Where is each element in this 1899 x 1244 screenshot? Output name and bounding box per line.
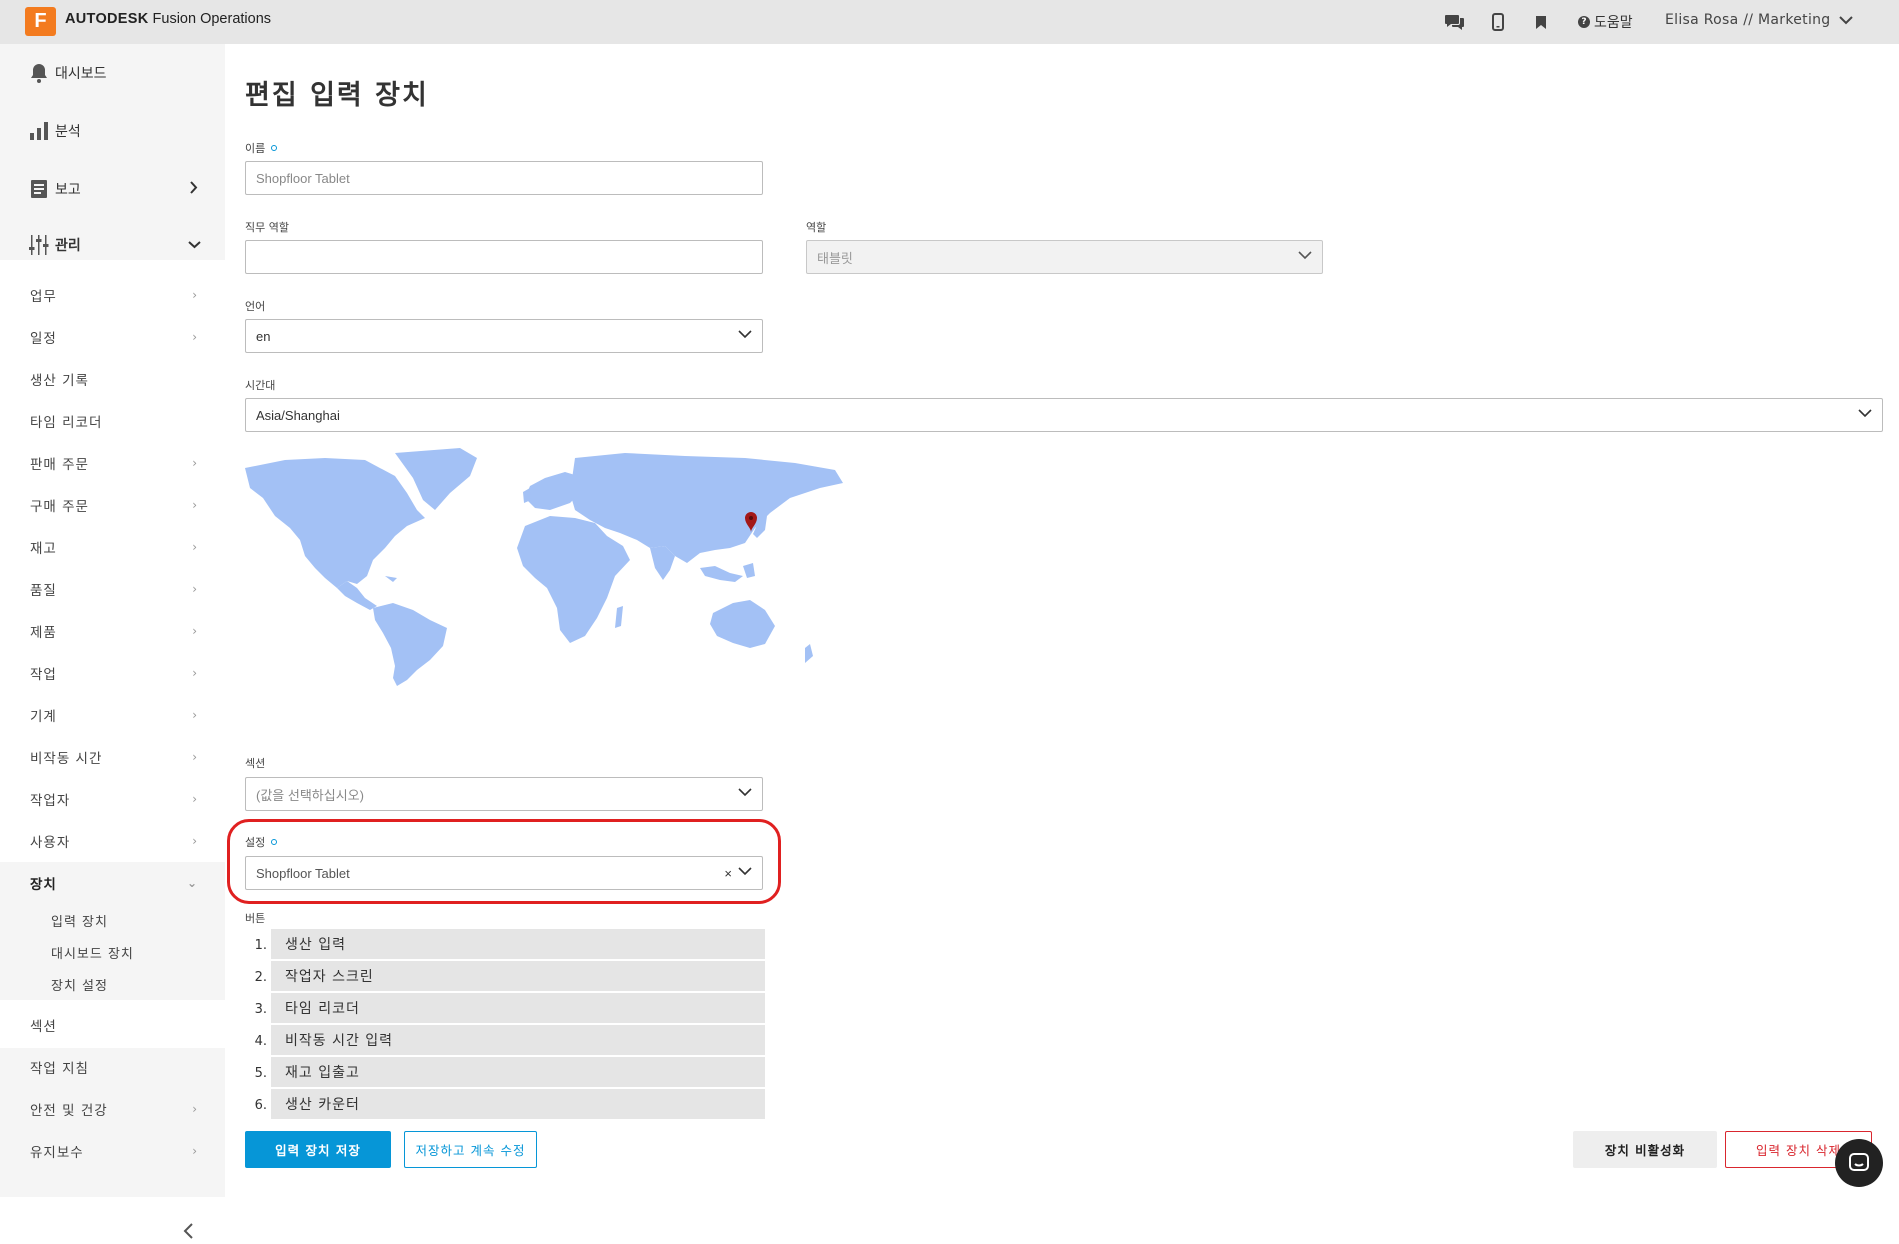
sidebar-item-analytics[interactable]: 분석 [0,102,225,160]
settings-select[interactable]: Shopfloor Tablet × [245,856,763,890]
bookmark-icon[interactable] [1529,10,1553,34]
sidebar-device-child[interactable]: 대시보드 장치 [0,936,225,968]
sliders-icon [29,235,49,255]
sidebar-item-reports[interactable]: 보고 [0,160,225,218]
deactivate-button[interactable]: 장치 비활성화 [1573,1131,1717,1168]
sidebar-subitem[interactable]: 사용자 › [0,820,225,862]
chat-launcher-icon[interactable] [1835,1139,1883,1187]
job-role-input[interactable] [245,240,763,274]
fusion-logo[interactable]: F [25,7,56,36]
sidebar-subitem[interactable]: 일정 › [0,316,225,358]
report-icon [29,179,49,199]
sidebar-subitem[interactable]: 유지보수 › [0,1130,225,1172]
user-menu[interactable]: Elisa Rosa // Marketing [1665,12,1853,28]
sidebar-subitem[interactable]: 타임 리코더 [0,400,225,442]
sidebar-subitem[interactable]: 업무 › [0,274,225,316]
chevron-right-icon: › [192,750,198,764]
top-bar: F AUTODESK Fusion Operations ? 도움말 Elisa… [0,0,1899,44]
sidebar-subitem[interactable]: 품질 › [0,568,225,610]
chevron-down-icon [738,330,752,339]
language-select[interactable]: en [245,319,763,353]
chevron-right-icon: › [192,834,198,848]
section-label: 섹션 [245,757,266,770]
sidebar-subitem[interactable]: 비작동 시간 › [0,736,225,778]
chevron-down-icon: ⌄ [186,876,198,890]
clear-icon[interactable]: × [724,866,732,881]
chevron-right-icon: › [192,666,198,680]
mobile-icon[interactable] [1486,10,1510,34]
sidebar-subitem[interactable]: 제품 › [0,610,225,652]
list-item[interactable]: 1. 생산 입력 [245,929,765,961]
buttons-label: 버튼 [245,912,266,925]
chevron-down-icon [738,788,752,797]
chevron-down-icon [188,241,201,249]
sidebar-subitem[interactable]: 생산 기록 [0,358,225,400]
chevron-down-icon [738,867,752,876]
chevron-right-icon: › [192,1144,198,1158]
sidebar-subitem[interactable]: 섹션 [0,1004,225,1046]
sidebar: 대시보드 분석 보고 관리 업무 › 일정 › 생산 기록 타임 리코더 판매 주문 › 구매 … [0,44,225,1239]
chevron-right-icon: › [192,288,198,302]
list-item[interactable]: 5. 재고 입출고 [245,1057,765,1089]
sidebar-subitem[interactable]: 작업 › [0,652,225,694]
sidebar-subitem[interactable]: 구매 주문 › [0,484,225,526]
sidebar-subitem[interactable]: 작업 지침 [0,1046,225,1088]
page-title: 편집 입력 장치 [245,80,429,111]
sidebar-device-child[interactable]: 장치 설정 [0,968,225,1000]
required-icon [271,839,278,845]
sidebar-subitem[interactable]: 안전 및 건강 › [0,1088,225,1130]
help-link[interactable]: ? 도움말 [1578,12,1633,32]
brand-name: AUTODESK Fusion Operations [65,11,272,27]
list-item[interactable]: 6. 생산 카운터 [245,1089,765,1121]
chevron-right-icon: › [192,1102,198,1116]
chevron-down-icon [1838,15,1853,24]
list-item[interactable]: 2. 작업자 스크린 [245,961,765,993]
section-select[interactable]: (값을 선택하십시오) [245,777,763,811]
chevron-right-icon: › [192,456,198,470]
chevron-down-icon [1298,251,1312,260]
help-label: 도움말 [1594,15,1633,31]
help-icon: ? [1578,16,1590,28]
chevron-right-icon: › [192,498,198,512]
bar-chart-icon [29,121,49,141]
sidebar-item-dashboard[interactable]: 대시보드 [0,44,225,102]
timezone-world-map[interactable] [245,448,845,688]
user-name: Elisa Rosa // Marketing [1665,12,1831,28]
name-label: 이름 [245,140,278,156]
name-input[interactable]: Shopfloor Tablet [245,161,763,195]
job-role-label: 직무 역할 [245,221,289,234]
chevron-down-icon [1858,409,1872,418]
save-continue-button[interactable]: 저장하고 계속 수정 [404,1131,537,1168]
list-item[interactable]: 4. 비작동 시간 입력 [245,1025,765,1057]
sidebar-subitem[interactable]: 장치 ⌄ [0,862,225,904]
sidebar-subitem[interactable]: 작업자 › [0,778,225,820]
language-label: 언어 [245,300,266,313]
chevron-right-icon: › [192,708,198,722]
timezone-select[interactable]: Asia/Shanghai [245,398,1883,432]
bell-icon [29,63,49,83]
chevron-right-icon: › [192,540,198,554]
chat-icon[interactable] [1443,10,1467,34]
timezone-label: 시간대 [245,379,276,392]
sidebar-device-child[interactable]: 입력 장치 [0,904,225,936]
settings-label: 설정 [245,834,278,850]
sidebar-subitem[interactable]: 기계 › [0,694,225,736]
role-select: 태블릿 [806,240,1323,274]
save-button[interactable]: 입력 장치 저장 [245,1131,391,1168]
sidebar-subitem[interactable]: 재고 › [0,526,225,568]
role-label: 역할 [806,221,827,234]
chevron-right-icon: › [192,792,198,806]
required-icon [271,145,278,151]
chevron-right-icon: › [192,624,198,638]
collapse-sidebar-icon[interactable] [182,1222,194,1244]
chevron-right-icon [190,181,198,194]
sidebar-subitem[interactable]: 판매 주문 › [0,442,225,484]
device-buttons-list: 1. 생산 입력 2. 작업자 스크린 3. 타임 리코더 4. 비작동 시간 입력 5… [245,929,765,1121]
chevron-right-icon: › [192,330,198,344]
list-item[interactable]: 3. 타임 리코더 [245,993,765,1025]
chevron-right-icon: › [192,582,198,596]
